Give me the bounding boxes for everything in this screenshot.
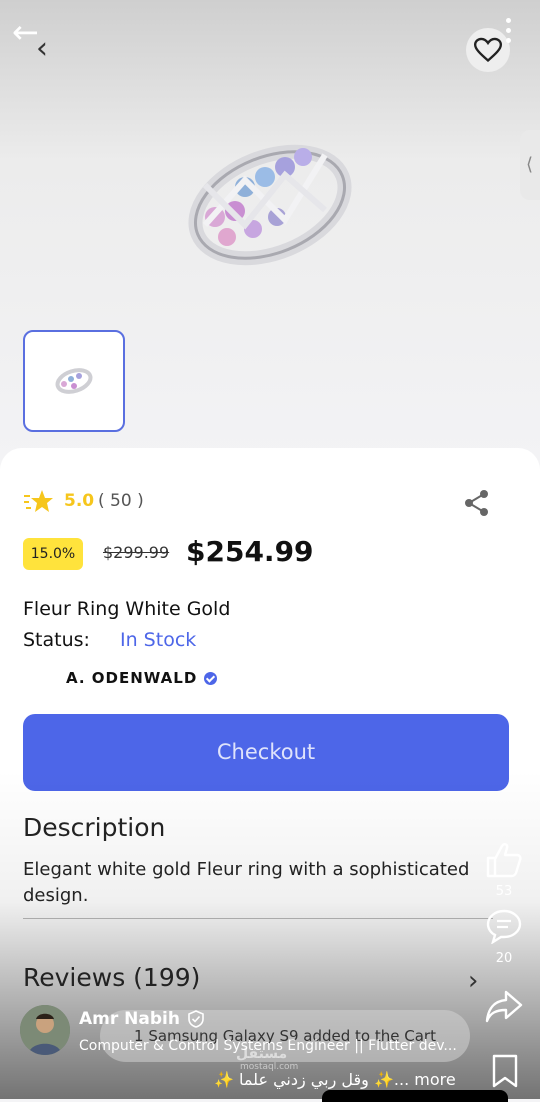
divider [23, 918, 493, 919]
like-count: 53 [495, 884, 513, 899]
bookmark-icon[interactable] [490, 1053, 520, 1089]
brand-name: A. ODENWALD [66, 669, 198, 687]
sale-price: $254.99 [186, 535, 314, 568]
author-name: Amr Nabih [79, 1009, 180, 1029]
status-value: In Stock [120, 629, 197, 651]
comment-icon[interactable] [486, 908, 522, 944]
reel-share-icon[interactable] [484, 986, 524, 1026]
status-label: Status: [23, 629, 90, 651]
brand-row[interactable]: A. ODENWALD [66, 669, 218, 687]
home-indicator [322, 1090, 508, 1102]
comment-count: 20 [495, 951, 513, 966]
ring-image [188, 144, 352, 266]
author-row[interactable]: Amr Nabih [79, 1009, 204, 1029]
watermark: مستقل mostaql.com [236, 1046, 298, 1072]
ring-thumbnail-image [55, 368, 93, 394]
description-heading: Description [23, 813, 166, 842]
product-title: Fleur Ring White Gold [23, 598, 231, 620]
reel-caption[interactable]: ✨ وقل ربي زدني علما ✨... more [214, 1070, 456, 1089]
chevron-right-icon[interactable]: › [468, 966, 478, 996]
watermark-text: مستقل [236, 1046, 288, 1062]
description-text: Elegant white gold Fleur ring with a sop… [23, 859, 470, 906]
side-panel-handle[interactable]: ⟨ [520, 130, 540, 200]
verified-badge-icon [188, 1010, 204, 1028]
reviews-heading[interactable]: Reviews (199) [23, 963, 200, 992]
chevron-left-icon[interactable]: ‹ [36, 34, 60, 64]
original-price: $299.99 [103, 543, 170, 562]
star-icon [24, 490, 53, 512]
avatar-image [20, 1005, 70, 1055]
thumbnail-selected[interactable] [23, 330, 125, 432]
verified-icon [204, 671, 218, 685]
heart-icon [474, 37, 502, 63]
avatar[interactable] [20, 1005, 70, 1055]
rating-count: ( 50 ) [98, 491, 144, 511]
more-vert-icon[interactable] [503, 18, 513, 48]
thumbs-up-icon[interactable] [484, 840, 524, 880]
share-icon[interactable] [462, 488, 492, 518]
rating-value: 5.0 [64, 491, 95, 511]
discount-badge: 15.0% [23, 538, 83, 570]
